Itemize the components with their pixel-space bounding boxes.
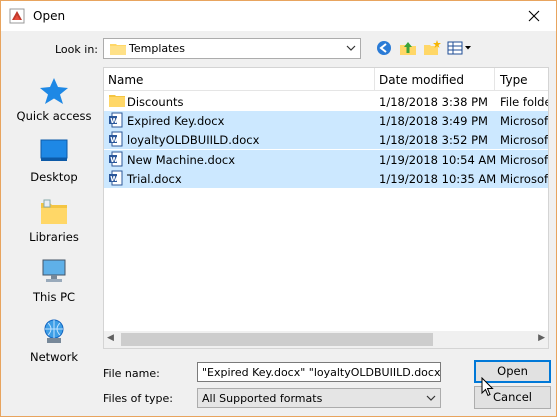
- word-doc-icon: W: [109, 112, 123, 131]
- file-type-cell: Microsoft: [500, 114, 549, 129]
- file-date-cell: 1/18/2018 3:38 PM: [379, 95, 488, 109]
- file-date-cell: 1/19/2018 10:54 AM: [379, 152, 497, 167]
- place-label: Libraries: [29, 230, 79, 244]
- file-date-cell: 1/18/2018 3:49 PM: [379, 114, 488, 129]
- back-icon[interactable]: [376, 40, 392, 59]
- file-name-cell: Expired Key.docx: [127, 114, 225, 129]
- file-date-cell: 1/19/2018 10:35 AM: [379, 171, 497, 186]
- place-label: Quick access: [16, 109, 92, 123]
- look-in-value: Templates: [129, 42, 185, 55]
- file-name-cell: Discounts: [127, 95, 184, 109]
- file-name-cell: New Machine.docx: [127, 152, 235, 167]
- place-this-pc[interactable]: This PC: [9, 258, 99, 304]
- file-type-cell: Microsoft: [500, 133, 549, 148]
- column-date-modified[interactable]: Date modified: [379, 73, 464, 87]
- svg-text:W: W: [110, 117, 118, 125]
- file-row[interactable]: W Trial.docx 1/19/2018 10:35 AM Microsoft: [104, 168, 549, 189]
- file-row[interactable]: Discounts 1/18/2018 3:38 PM File folder: [104, 92, 548, 111]
- file-list[interactable]: ^ Name Date modified Type Discounts 1/18/…: [103, 67, 549, 349]
- close-icon: [528, 10, 539, 22]
- list-header: ^ Name Date modified Type: [104, 67, 548, 91]
- window-title: Open: [33, 9, 66, 23]
- file-name-cell: loyaltyOLDBUIILD.docx: [127, 133, 260, 148]
- view-menu-icon[interactable]: [447, 40, 473, 59]
- file-name-value: "Expired Key.docx" "loyaltyOLDBUIILD.doc…: [202, 366, 441, 379]
- chevron-down-icon: [346, 42, 356, 57]
- column-type[interactable]: Type: [500, 73, 528, 87]
- file-date-cell: 1/18/2018 3:52 PM: [379, 133, 488, 148]
- place-label: This PC: [32, 290, 76, 304]
- places-bar: Quick access Desktop Libraries This PC N…: [9, 67, 99, 367]
- word-doc-icon: W: [109, 170, 123, 189]
- scroll-right-icon[interactable]: ▶: [538, 333, 545, 343]
- app-icon: [9, 8, 25, 27]
- chevron-down-icon: [426, 392, 436, 407]
- svg-text:W: W: [110, 175, 118, 183]
- open-dialog: Open Look in: Templates Quick access Des…: [0, 0, 557, 417]
- file-type-cell: Microsoft: [500, 152, 549, 167]
- column-divider[interactable]: [374, 68, 375, 90]
- file-name-label: File name:: [103, 367, 160, 380]
- word-doc-icon: W: [109, 151, 123, 170]
- place-label: Desktop: [30, 170, 78, 184]
- place-libraries[interactable]: Libraries: [9, 198, 99, 244]
- folder-icon: [110, 42, 126, 58]
- files-of-type-dropdown[interactable]: All Supported formats: [197, 388, 441, 408]
- svg-text:W: W: [110, 136, 118, 144]
- file-row[interactable]: W Expired Key.docx 1/18/2018 3:49 PM Micros…: [104, 111, 549, 131]
- svg-text:W: W: [110, 155, 118, 163]
- sort-up-icon: ^: [234, 67, 241, 73]
- files-of-type-value: All Supported formats: [202, 392, 323, 405]
- libraries-icon: [41, 199, 67, 224]
- file-type-cell: File folder: [500, 95, 548, 109]
- column-name[interactable]: Name: [108, 73, 143, 87]
- files-of-type-label: Files of type:: [103, 392, 174, 405]
- look-in-label: Look in:: [55, 43, 98, 56]
- folder-icon: [109, 93, 125, 110]
- star-icon: [40, 78, 68, 104]
- file-row[interactable]: W New Machine.docx 1/19/2018 10:54 AM Micro…: [104, 149, 549, 170]
- new-folder-icon[interactable]: [423, 40, 441, 59]
- file-type-cell: Microsoft: [500, 171, 549, 186]
- word-doc-icon: W: [109, 131, 123, 150]
- file-name-input[interactable]: "Expired Key.docx" "loyaltyOLDBUIILD.doc…: [197, 362, 441, 382]
- desktop-icon: [40, 139, 68, 161]
- look-in-dropdown[interactable]: Templates: [103, 38, 361, 59]
- network-icon: [44, 319, 64, 343]
- title-bar: Open: [1, 1, 556, 31]
- file-name-cell: Trial.docx: [127, 171, 182, 186]
- place-quick-access[interactable]: Quick access: [9, 77, 99, 123]
- computer-icon: [42, 259, 66, 282]
- place-label: Network: [29, 350, 79, 364]
- mouse-cursor-icon: [481, 376, 495, 400]
- scrollbar-thumb[interactable]: [121, 333, 433, 346]
- file-row[interactable]: WloyaltyOLDBUIILD.docx 1/18/2018 3:52 PM M…: [104, 130, 549, 150]
- horizontal-scrollbar[interactable]: ◀ ▶: [104, 331, 548, 348]
- up-folder-icon[interactable]: [399, 40, 417, 59]
- close-button[interactable]: [511, 1, 556, 31]
- scroll-left-icon[interactable]: ◀: [107, 333, 114, 343]
- place-network[interactable]: Network: [9, 318, 99, 364]
- column-divider[interactable]: [494, 68, 495, 90]
- place-desktop[interactable]: Desktop: [9, 138, 99, 184]
